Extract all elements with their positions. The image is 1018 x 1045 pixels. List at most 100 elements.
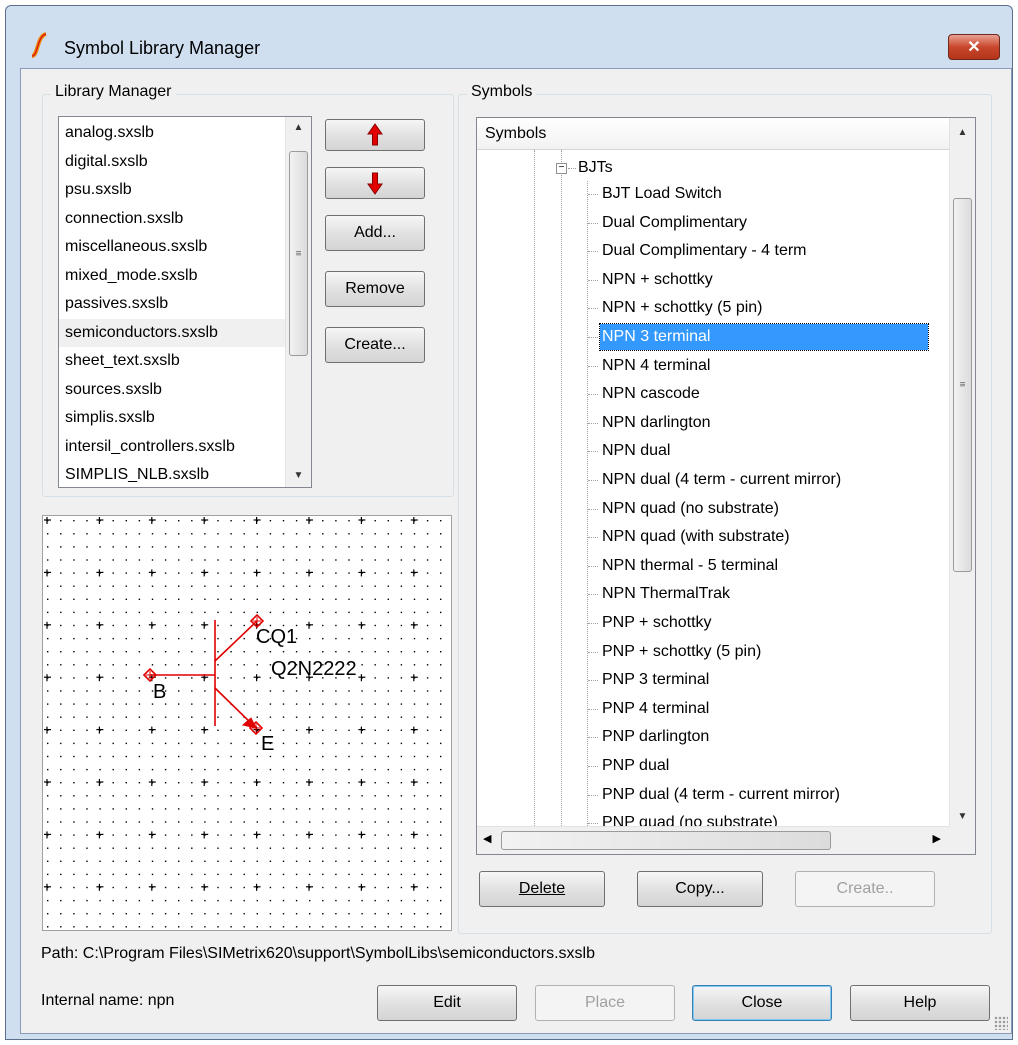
tree-item-symbol[interactable]: PNP + schottky (5 pin): [602, 639, 761, 665]
tree-item-symbol[interactable]: NPN cascode: [602, 381, 700, 407]
library-list-item[interactable]: passives.sxslb: [59, 290, 285, 319]
tree-item-symbol[interactable]: PNP + schottky: [602, 610, 712, 636]
scroll-right-arrow-icon[interactable]: ▶: [933, 832, 941, 845]
grid-dot: [256, 690, 258, 692]
symbols-column-header[interactable]: Symbols: [477, 118, 949, 150]
grid-dot: [322, 808, 324, 810]
tree-item-symbol[interactable]: Dual Complimentary - 4 term: [602, 238, 807, 264]
tree-item-symbol[interactable]: BJT Load Switch: [602, 181, 722, 207]
symbols-tree[interactable]: Symbols − BJTs BJT Load Switch Dual Compl…: [476, 117, 976, 855]
tree-item-symbol[interactable]: NPN darlington: [602, 410, 711, 436]
scroll-up-arrow-icon[interactable]: ▲: [286, 117, 311, 139]
grid-dot: [151, 611, 154, 614]
tree-item-symbol[interactable]: NPN dual: [602, 438, 670, 464]
symbols-tree-vscrollbar[interactable]: ▲ ≡ ▼: [949, 118, 975, 828]
copy-symbol-button[interactable]: Copy...: [637, 871, 763, 907]
grid-dot: [440, 624, 442, 627]
grid-dot: [400, 860, 403, 862]
grid-dot: [282, 716, 285, 718]
grid-dot: [295, 808, 298, 810]
remove-button[interactable]: Remove: [325, 271, 425, 307]
tree-item-symbol[interactable]: NPN + schottky (5 pin): [602, 295, 763, 321]
tree-item-symbol[interactable]: NPN quad (with substrate): [602, 524, 790, 550]
grid-dot: [86, 664, 88, 666]
grid-dot: [295, 729, 298, 731]
grid-dot: [243, 703, 245, 705]
grid-dot: [164, 664, 167, 666]
library-list-item[interactable]: digital.sxslb: [59, 148, 285, 177]
grid-dot: [86, 585, 88, 587]
move-up-button[interactable]: [325, 119, 425, 151]
create-library-button[interactable]: Create...: [325, 327, 425, 363]
close-window-button[interactable]: ✕: [948, 34, 1000, 60]
library-list-item[interactable]: psu.sxslb: [59, 176, 285, 205]
library-list-item[interactable]: semiconductors.sxslb: [59, 318, 285, 347]
tree-item-symbol[interactable]: NPN quad (no substrate): [602, 496, 779, 522]
tree-item-symbol[interactable]: NPN dual (4 term - current mirror): [602, 467, 841, 493]
move-down-button[interactable]: [325, 167, 425, 199]
tree-item-symbol[interactable]: Dual Complimentary: [602, 210, 747, 236]
scrollbar-thumb[interactable]: ≡: [953, 198, 972, 572]
tree-item-symbol[interactable]: NPN + schottky: [602, 267, 713, 293]
library-list-item[interactable]: SIMPLIS_NLB.sxslb: [59, 461, 285, 487]
tree-item-symbol[interactable]: PNP darlington: [602, 724, 709, 750]
library-list-scrollbar[interactable]: ▲ ≡ ▼: [285, 117, 311, 487]
grid-dot: [269, 899, 272, 902]
edit-button[interactable]: Edit: [377, 985, 517, 1021]
tree-item-symbol[interactable]: PNP dual: [602, 753, 669, 779]
scrollbar-thumb[interactable]: [501, 831, 831, 850]
tree-item-symbol[interactable]: PNP 3 terminal: [602, 667, 709, 693]
grid-dot: [282, 533, 285, 535]
grid-dot: [217, 782, 219, 784]
library-list-item[interactable]: sheet_text.sxslb: [59, 347, 285, 376]
tree-item-symbol[interactable]: NPN 3 terminal: [599, 323, 929, 351]
grid-dot: [73, 703, 75, 705]
scrollbar-thumb[interactable]: ≡: [289, 151, 308, 356]
symbols-tree-hscrollbar[interactable]: ◀ ▶: [477, 826, 949, 854]
scroll-left-arrow-icon[interactable]: ◀: [483, 832, 491, 845]
library-list-item[interactable]: intersil_controllers.sxslb: [59, 433, 285, 462]
close-button[interactable]: Close: [692, 985, 832, 1021]
tree-item-symbol[interactable]: NPN 4 terminal: [602, 353, 710, 379]
delete-symbol-button[interactable]: Delete: [479, 871, 605, 907]
library-list[interactable]: analog.sxslb digital.sxslb psu.sxslb connec…: [58, 116, 312, 488]
resize-grip-icon[interactable]: [994, 1016, 1008, 1030]
library-list-item[interactable]: miscellaneous.sxslb: [59, 233, 285, 262]
tree-item-symbol[interactable]: NPN thermal - 5 terminal: [602, 553, 778, 579]
grid-dot: [387, 755, 389, 758]
library-list-item[interactable]: analog.sxslb: [59, 119, 285, 148]
add-button[interactable]: Add...: [325, 215, 425, 251]
grid-dot: [230, 860, 232, 862]
grid-dot: [295, 533, 298, 535]
grid-dot: [322, 821, 324, 823]
scroll-down-arrow-icon[interactable]: ▼: [286, 465, 311, 487]
grid-dot: [374, 821, 376, 823]
place-button[interactable]: Place: [535, 985, 675, 1021]
create-symbol-button[interactable]: Create..: [795, 871, 935, 907]
library-list-item[interactable]: sources.sxslb: [59, 376, 285, 405]
symbol-preview-canvas[interactable]: CQ1 Q2N2222 B E: [42, 515, 452, 931]
tree-item-symbol[interactable]: PNP dual (4 term - current mirror): [602, 782, 840, 808]
library-list-item[interactable]: connection.sxslb: [59, 205, 285, 234]
library-list-item[interactable]: mixed_mode.sxslb: [59, 262, 285, 291]
grid-dot: [60, 520, 62, 522]
title-bar[interactable]: Symbol Library Manager ✕: [6, 6, 1012, 76]
grid-dot: [164, 572, 167, 574]
tree-item-symbol[interactable]: NPN ThermalTrak: [602, 581, 730, 607]
grid-dot: [295, 690, 298, 692]
collapse-icon[interactable]: −: [556, 163, 567, 174]
grid-dot: [426, 755, 429, 758]
scroll-down-arrow-icon[interactable]: ▼: [950, 806, 975, 828]
tree-item-symbol[interactable]: PNP 4 terminal: [602, 696, 709, 722]
help-button[interactable]: Help: [850, 985, 990, 1021]
grid-dot: [282, 821, 285, 823]
grid-dot: [178, 716, 180, 718]
grid-dot: [361, 651, 363, 653]
grid-dot: [413, 847, 416, 849]
tree-folder-bjts[interactable]: BJTs: [578, 155, 613, 181]
tree-connector: [588, 823, 598, 825]
grid-dot: [269, 821, 272, 823]
library-list-item[interactable]: simplis.sxslb: [59, 404, 285, 433]
grid-dot: [440, 729, 442, 731]
scroll-up-arrow-icon[interactable]: ▲: [950, 122, 975, 144]
